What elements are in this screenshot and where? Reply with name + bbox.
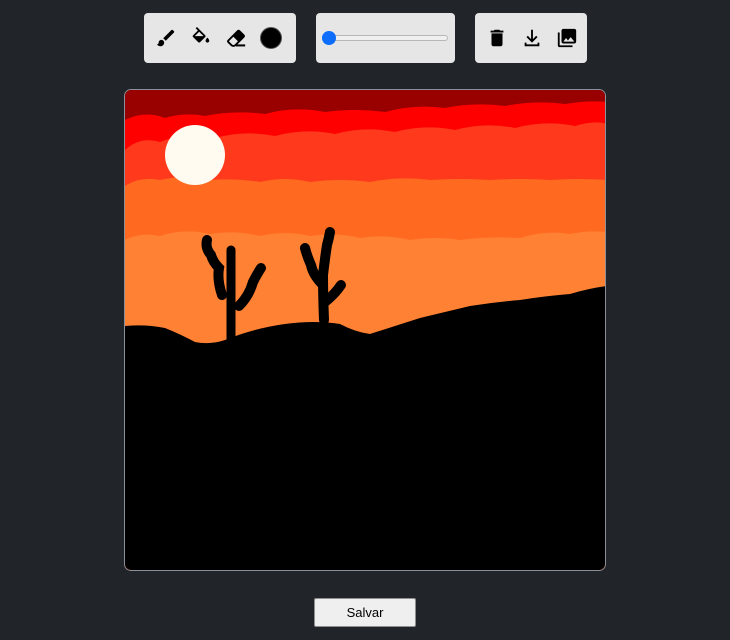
brush-icon[interactable] xyxy=(153,25,179,51)
eraser-icon[interactable] xyxy=(223,25,249,51)
download-icon[interactable] xyxy=(519,25,545,51)
color-picker[interactable] xyxy=(258,25,284,51)
sun xyxy=(165,125,225,185)
drawing-tools-group xyxy=(144,13,296,63)
current-color-swatch[interactable] xyxy=(260,27,282,49)
brush-size-group xyxy=(316,13,455,63)
image-gallery-icon[interactable] xyxy=(554,25,580,51)
canvas-actions-group xyxy=(475,13,587,63)
paint-bucket-icon[interactable] xyxy=(188,25,214,51)
slider-thumb[interactable] xyxy=(322,31,336,45)
drawing-canvas[interactable] xyxy=(124,89,606,571)
slider-track[interactable] xyxy=(322,35,448,41)
brush-size-slider[interactable] xyxy=(322,31,448,45)
trash-icon[interactable] xyxy=(484,25,510,51)
drawing-artwork xyxy=(125,90,605,570)
save-button[interactable]: Salvar xyxy=(314,598,416,627)
